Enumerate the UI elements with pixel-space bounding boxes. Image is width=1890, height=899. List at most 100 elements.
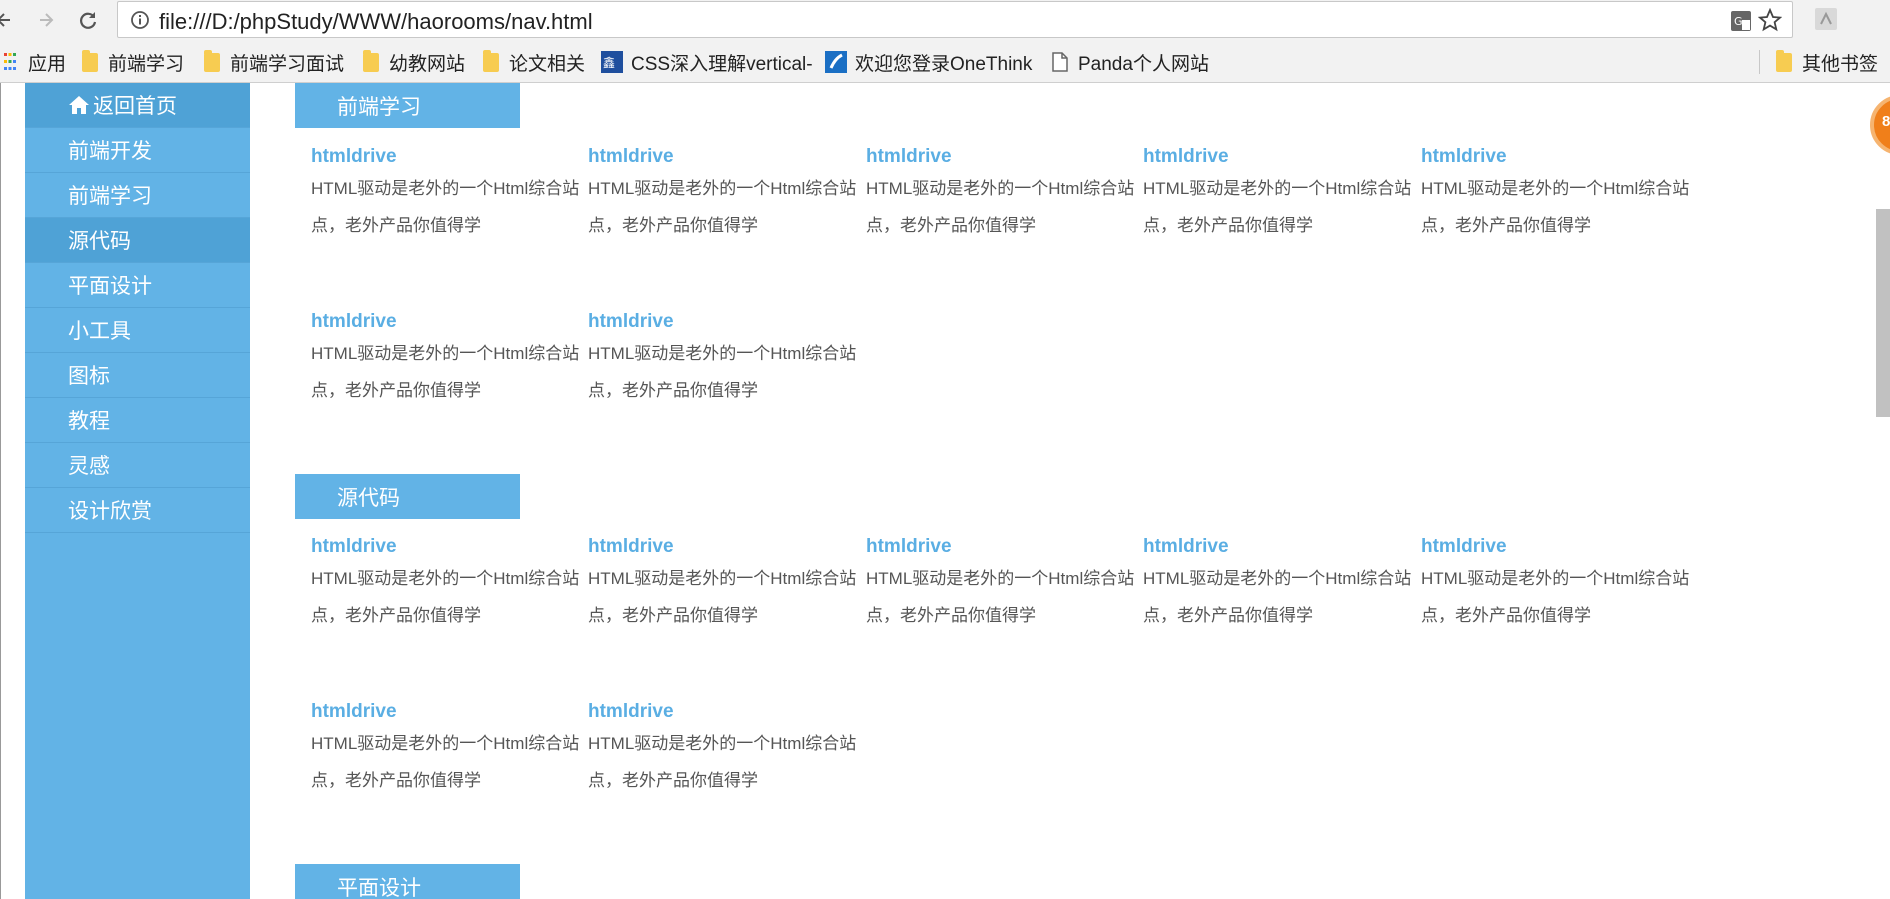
scrollbar-thumb[interactable] xyxy=(1876,209,1890,417)
page-viewport: 返回首页 前端开发 前端学习 源代码 平面设计 小工具 图标 教程 灵感 设计欣… xyxy=(0,83,1890,899)
folder-icon xyxy=(1776,49,1792,72)
sidebar-item-label: 前端开发 xyxy=(68,140,152,163)
card-description: HTML驱动是老外的一个Html综合站点，老外产品你值得学 xyxy=(588,569,857,625)
card-title-link[interactable]: htmldrive xyxy=(588,311,858,333)
card-title-link[interactable]: htmldrive xyxy=(866,536,1136,558)
site-card[interactable]: htmldrive HTML驱动是老外的一个Html综合站点，老外产品你值得学 xyxy=(866,536,1136,634)
sidebar-item-graphic-design[interactable]: 平面设计 xyxy=(25,263,250,308)
bookmark-panda[interactable]: Panda个人网站 xyxy=(1052,49,1209,75)
site-card[interactable]: htmldrive HTML驱动是老外的一个Html综合站点，老外产品你值得学 xyxy=(311,146,581,244)
svg-text:G: G xyxy=(1734,15,1743,28)
site-card[interactable]: htmldrive HTML驱动是老外的一个Html综合站点，老外产品你值得学 xyxy=(311,536,581,634)
floating-badge[interactable]: 8 xyxy=(1870,95,1890,155)
card-description: HTML驱动是老外的一个Html综合站点，老外产品你值得学 xyxy=(1143,179,1412,235)
site-card[interactable]: htmldrive HTML驱动是老外的一个Html综合站点，老外产品你值得学 xyxy=(311,311,581,409)
site-card[interactable]: htmldrive HTML驱动是老外的一个Html综合站点，老外产品你值得学 xyxy=(866,146,1136,244)
card-description: HTML驱动是老外的一个Html综合站点，老外产品你值得学 xyxy=(311,179,580,235)
folder-icon xyxy=(204,49,220,72)
sidebar-item-label: 图标 xyxy=(68,365,110,388)
bookmark-folder-frontend[interactable]: 前端学习 xyxy=(82,49,184,75)
site-card[interactable]: htmldrive HTML驱动是老外的一个Html综合站点，老外产品你值得学 xyxy=(588,536,858,634)
bookmark-label: 应用 xyxy=(28,53,67,75)
bookmark-css-vertical[interactable]: 鑫 CSS深入理解vertical- xyxy=(601,49,813,75)
site-card[interactable]: htmldrive HTML驱动是老外的一个Html综合站点，老外产品你值得学 xyxy=(1421,536,1691,634)
site-card[interactable]: htmldrive HTML驱动是老外的一个Html综合站点，老外产品你值得学 xyxy=(1143,536,1413,634)
card-title-link[interactable]: htmldrive xyxy=(588,146,858,168)
card-description: HTML驱动是老外的一个Html综合站点，老外产品你值得学 xyxy=(866,179,1135,235)
url-text[interactable]: file:///D:/phpStudy/WWW/haorooms/nav.htm… xyxy=(159,9,593,35)
sidebar-item-label: 灵感 xyxy=(68,455,110,478)
site-icon: 鑫 xyxy=(601,51,623,73)
sidebar-item-tools[interactable]: 小工具 xyxy=(25,308,250,353)
translate-icon[interactable]: G xyxy=(1730,10,1752,37)
site-card[interactable]: htmldrive HTML驱动是老外的一个Html综合站点，老外产品你值得学 xyxy=(1143,146,1413,244)
bookmark-folder-papers[interactable]: 论文相关 xyxy=(483,49,585,75)
sidebar-item-label: 小工具 xyxy=(68,320,131,343)
section-title-text: 平面设计 xyxy=(337,876,421,899)
sidebar-item-tutorials[interactable]: 教程 xyxy=(25,398,250,443)
bookmark-label: 前端学习 xyxy=(108,53,185,75)
card-title-link[interactable]: htmldrive xyxy=(588,536,858,558)
card-title-link[interactable]: htmldrive xyxy=(1421,536,1691,558)
sidebar-item-source-code[interactable]: 源代码 xyxy=(25,218,250,263)
sidebar-item-icons[interactable]: 图标 xyxy=(25,353,250,398)
sidebar-item-inspiration[interactable]: 灵感 xyxy=(25,443,250,488)
address-bar[interactable]: file:///D:/phpStudy/WWW/haorooms/nav.htm… xyxy=(117,1,1793,38)
reload-icon[interactable] xyxy=(74,6,102,34)
folder-icon xyxy=(82,49,98,72)
card-title-link[interactable]: htmldrive xyxy=(311,146,581,168)
card-title-link[interactable]: htmldrive xyxy=(311,701,581,723)
folder-icon xyxy=(363,49,379,72)
site-icon xyxy=(825,51,847,73)
card-title-link[interactable]: htmldrive xyxy=(1421,146,1691,168)
bookmark-label: 幼教网站 xyxy=(389,53,466,75)
bookmark-folder-preschool[interactable]: 幼教网站 xyxy=(363,49,465,75)
bookmark-label: CSS深入理解vertical- xyxy=(631,53,813,75)
card-description: HTML驱动是老外的一个Html综合站点，老外产品你值得学 xyxy=(1421,179,1690,235)
badge-text: 8 xyxy=(1882,113,1890,130)
section-title-graphic-design: 平面设计 xyxy=(295,864,520,899)
card-title-link[interactable]: htmldrive xyxy=(866,146,1136,168)
bookmark-label: Panda个人网站 xyxy=(1078,53,1209,75)
forward-arrow-icon[interactable] xyxy=(32,6,60,34)
card-title-link[interactable]: htmldrive xyxy=(311,311,581,333)
bookmark-label: 论文相关 xyxy=(509,53,586,75)
card-description: HTML驱动是老外的一个Html综合站点，老外产品你值得学 xyxy=(866,569,1135,625)
bookmark-other[interactable]: 其他书签 xyxy=(1776,49,1878,75)
site-card[interactable]: htmldrive HTML驱动是老外的一个Html综合站点，老外产品你值得学 xyxy=(588,146,858,244)
sidebar-item-frontend-dev[interactable]: 前端开发 xyxy=(25,128,250,173)
bookmark-label: 前端学习面试 xyxy=(230,53,345,75)
svg-text:鑫: 鑫 xyxy=(603,55,615,70)
card-title-link[interactable]: htmldrive xyxy=(311,536,581,558)
card-description: HTML驱动是老外的一个Html综合站点，老外产品你值得学 xyxy=(311,344,580,400)
card-description: HTML驱动是老外的一个Html综合站点，老外产品你值得学 xyxy=(311,734,580,790)
card-description: HTML驱动是老外的一个Html综合站点，老外产品你值得学 xyxy=(1421,569,1690,625)
bookmark-label: 其他书签 xyxy=(1802,53,1879,75)
sidebar-item-design-showcase[interactable]: 设计欣赏 xyxy=(25,488,250,533)
bookmark-onethink[interactable]: 欢迎您登录OneThink xyxy=(825,49,1032,75)
card-title-link[interactable]: htmldrive xyxy=(1143,536,1413,558)
site-card[interactable]: htmldrive HTML驱动是老外的一个Html综合站点，老外产品你值得学 xyxy=(311,701,581,799)
bookmark-star-icon[interactable] xyxy=(1757,7,1783,37)
back-arrow-icon[interactable] xyxy=(0,6,18,34)
card-title-link[interactable]: htmldrive xyxy=(1143,146,1413,168)
sidebar-item-frontend-learning[interactable]: 前端学习 xyxy=(25,173,250,218)
site-card[interactable]: htmldrive HTML驱动是老外的一个Html综合站点，老外产品你值得学 xyxy=(588,701,858,799)
bookmark-apps[interactable]: 应用 xyxy=(4,49,66,75)
card-description: HTML驱动是老外的一个Html综合站点，老外产品你值得学 xyxy=(311,569,580,625)
info-icon[interactable] xyxy=(130,10,150,35)
sidebar-nav: 返回首页 前端开发 前端学习 源代码 平面设计 小工具 图标 教程 灵感 设计欣… xyxy=(25,83,250,899)
card-title-link[interactable]: htmldrive xyxy=(588,701,858,723)
sidebar-item-label: 教程 xyxy=(68,410,110,433)
home-icon xyxy=(68,94,90,116)
sidebar-item-label: 前端学习 xyxy=(68,185,152,208)
section-title-text: 源代码 xyxy=(337,486,400,510)
bookmark-folder-interview[interactable]: 前端学习面试 xyxy=(204,49,344,75)
browser-toolbar: file:///D:/phpStudy/WWW/haorooms/nav.htm… xyxy=(0,0,1890,40)
pdf-extension-icon[interactable] xyxy=(1813,6,1839,32)
sidebar-item-home[interactable]: 返回首页 xyxy=(25,83,250,128)
site-card[interactable]: htmldrive HTML驱动是老外的一个Html综合站点，老外产品你值得学 xyxy=(1421,146,1691,244)
section-title-text: 前端学习 xyxy=(337,95,421,119)
card-description: HTML驱动是老外的一个Html综合站点，老外产品你值得学 xyxy=(588,734,857,790)
site-card[interactable]: htmldrive HTML驱动是老外的一个Html综合站点，老外产品你值得学 xyxy=(588,311,858,409)
